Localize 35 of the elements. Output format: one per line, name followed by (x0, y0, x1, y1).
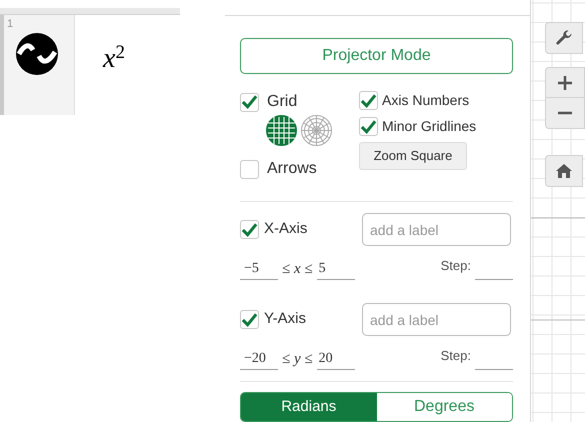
arrows-label: Arrows (267, 159, 317, 179)
wave-circle-icon[interactable] (15, 32, 59, 76)
axis-label: X-Axis (264, 219, 308, 240)
unit-toggle[interactable]: Radians (241, 393, 376, 421)
step-label: Step: (440, 346, 471, 365)
checkbox[interactable] (359, 91, 378, 110)
range-max-field[interactable]: 20 (316, 348, 355, 370)
checkbox[interactable] (240, 310, 259, 329)
step-label: Step: (440, 256, 471, 275)
zoom-square-button[interactable]: Zoom Square (359, 142, 467, 170)
minus-icon (558, 111, 572, 115)
range-min-field[interactable]: −20 (240, 348, 278, 370)
axis-numbers-label: Axis Numbers (382, 91, 470, 110)
axis-label: Y-Axis (264, 309, 306, 330)
home-button[interactable] (545, 155, 583, 187)
range-min-field[interactable]: −5 (240, 258, 278, 280)
expression[interactable]: x$^{2}$ (103, 43, 125, 74)
row-index: 1 (7, 19, 14, 30)
range-max-field[interactable]: 5 (316, 258, 355, 280)
projector-mode-button[interactable]: Projector Mode (240, 38, 513, 74)
minor-gridlines-label: Minor Gridlines (382, 117, 476, 136)
wrench-icon (555, 29, 573, 47)
plus-icon (558, 76, 572, 90)
checkbox[interactable] (359, 117, 378, 136)
checkbox[interactable] (240, 160, 259, 178)
settings-button[interactable] (545, 22, 583, 54)
grid-label: Grid (267, 92, 298, 112)
range-relation: ≤ y ≤ (281, 350, 314, 368)
range-relation: ≤ x ≤ (281, 260, 314, 278)
checkbox[interactable] (240, 92, 259, 112)
cartesian-grid-icon[interactable] (266, 115, 297, 146)
home-icon (556, 164, 572, 178)
axis-label-field[interactable]: add a label (362, 303, 511, 336)
checkbox[interactable] (240, 220, 259, 239)
axis-label-field[interactable]: add a label (362, 213, 511, 246)
